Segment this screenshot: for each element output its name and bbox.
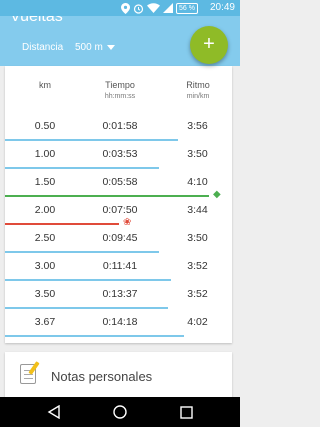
signal-icon — [163, 3, 174, 13]
lap-pace: 3:52 — [187, 260, 208, 272]
add-button[interactable]: + — [190, 26, 228, 64]
header-tiempo-unit: hh:mm:ss — [104, 93, 136, 100]
distance-label: Distancia — [22, 42, 64, 53]
header-ritmo-unit: min/km — [186, 93, 210, 100]
lap-km: 1.50 — [34, 176, 56, 188]
status-bar: 56 % 20:49 — [0, 0, 240, 16]
lap-km: 3.50 — [34, 288, 56, 300]
lap-km: 2.00 — [34, 204, 56, 216]
home-icon — [113, 405, 127, 419]
lap-km: 2.50 — [34, 232, 56, 244]
lap-time: 0:03:53 — [102, 148, 138, 160]
battery-icon: 56 % — [176, 2, 198, 14]
lap-pace: 4:02 — [187, 316, 208, 328]
lap-pace: 3:44 — [187, 204, 208, 216]
lap-km: 0.50 — [34, 120, 56, 132]
header-km: km — [25, 80, 65, 91]
lap-time: 0:13:37 — [102, 288, 138, 300]
lap-km: 1.00 — [34, 148, 56, 160]
lap-row: 3.50 0:13:37 3:52 — [5, 281, 232, 309]
lap-pace: 3:50 — [187, 232, 208, 244]
lap-time: 0:11:41 — [102, 260, 138, 272]
lap-row: 1.50 0:05:58 4:10 ◆ — [5, 169, 232, 200]
back-button[interactable] — [45, 404, 63, 420]
notes-label: Notas personales — [51, 369, 153, 384]
lap-pace: 4:10 — [187, 176, 208, 188]
lap-row: 2.00 0:07:50 3:44 ❀ — [5, 197, 232, 228]
navigation-bar — [0, 397, 240, 427]
laps-card: km Tiempo hh:mm:ss Ritmo min/km 0.50 0:01… — [5, 66, 232, 343]
notes-card[interactable]: Notas personales — [5, 352, 232, 398]
lap-row: 1.00 0:03:53 3:50 — [5, 141, 232, 169]
distance-value: 500 m — [75, 42, 103, 53]
lap-pace: 3:52 — [187, 288, 208, 300]
back-icon — [47, 405, 60, 419]
status-icons: 56 % — [121, 2, 198, 14]
header-ritmo: Ritmo min/km — [173, 80, 223, 102]
lap-time: 0:01:58 — [102, 120, 138, 132]
lap-row: 2.50 0:09:45 3:50 — [5, 225, 232, 253]
dropdown-caret-icon — [106, 45, 115, 50]
recents-icon — [179, 405, 193, 419]
lap-row: 0.50 0:01:58 3:56 — [5, 113, 232, 141]
page-title: Vueltas — [10, 16, 63, 25]
lap-pace: 3:50 — [187, 148, 208, 160]
distance-dropdown[interactable]: 500 m — [75, 42, 115, 53]
header-tiempo: Tiempo hh:mm:ss — [90, 80, 150, 102]
location-icon — [121, 2, 131, 14]
clock: 20:49 — [209, 2, 235, 13]
lap-row: 3.67 0:14:18 4:02 — [5, 309, 232, 337]
lap-pace-bar — [5, 335, 184, 337]
recents-button[interactable] — [177, 404, 195, 420]
header-tiempo-label: Tiempo — [105, 80, 135, 90]
lap-pace: 3:56 — [187, 120, 208, 132]
lap-km: 3.00 — [34, 260, 56, 272]
alarm-icon — [133, 3, 144, 14]
home-button[interactable] — [111, 404, 129, 420]
lap-time: 0:07:50 — [102, 204, 138, 216]
header-km-label: km — [39, 80, 51, 90]
lap-time: 0:14:18 — [102, 316, 138, 328]
lap-row: 3.00 0:11:41 3:52 — [5, 253, 232, 281]
lap-km: 3.67 — [34, 316, 56, 328]
lap-time: 0:09:45 — [102, 232, 138, 244]
wifi-icon — [147, 3, 161, 13]
header-ritmo-label: Ritmo — [186, 80, 210, 90]
lap-time: 0:05:58 — [102, 176, 138, 188]
